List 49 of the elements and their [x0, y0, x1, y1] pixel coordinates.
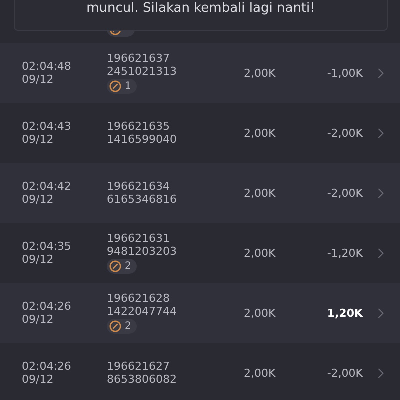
link-badge: 2 — [107, 259, 138, 274]
chevron-right-icon — [378, 128, 384, 138]
result-text: -1,00K — [327, 66, 363, 80]
amount-text: 2,00K — [244, 246, 276, 260]
transaction-row[interactable]: 02:04:42 09/12 196621634 6165346816 2,00K -2,00K — [0, 163, 400, 223]
reference-text: 1416599040 — [107, 133, 177, 146]
toast-message: muncul. Silakan kembali lagi nanti! — [86, 1, 316, 17]
reference-text: 1422047744 — [107, 305, 177, 318]
time-text: 02:04:43 — [22, 120, 72, 133]
date-text: 09/12 — [22, 73, 55, 86]
amount-text: 2,00K — [244, 186, 276, 200]
id-text: 196621631 — [107, 232, 170, 245]
id-text: 196621637 — [107, 52, 170, 65]
date-text: 09/12 — [22, 133, 55, 146]
reference-text: 8653806082 — [107, 373, 177, 386]
date-text: 09/12 — [22, 313, 55, 326]
date-text: 09/12 — [22, 253, 55, 266]
result-text: 1,20K — [327, 306, 363, 320]
reference-text: 6165346816 — [107, 193, 177, 206]
transaction-row[interactable]: 02:04:48 09/12 196621637 2451021313 1 2,00K -1,00K — [0, 43, 400, 103]
chevron-right-icon — [378, 248, 384, 258]
reference-text: 2451021313 — [107, 65, 177, 78]
result-text: -2,00K — [327, 126, 363, 140]
reference-text: 9481203203 — [107, 245, 177, 258]
date-text: 09/12 — [22, 373, 55, 386]
chevron-right-icon — [378, 368, 384, 378]
amount-text: 2,00K — [244, 306, 276, 320]
time-text: 02:04:35 — [22, 240, 72, 253]
id-text: 196621627 — [107, 360, 170, 373]
time-text: 02:04:26 — [22, 360, 72, 373]
chevron-right-icon — [378, 188, 384, 198]
time-text: 02:04:26 — [22, 300, 72, 313]
chevron-right-icon — [378, 308, 384, 318]
result-text: -1,20K — [327, 246, 363, 260]
id-text: 196621628 — [107, 292, 170, 305]
link-badge: 2 — [107, 319, 138, 334]
date-text: 09/12 — [22, 193, 55, 206]
time-text: 02:04:42 — [22, 180, 72, 193]
id-text: 196621635 — [107, 120, 170, 133]
amount-text: 2,00K — [244, 126, 276, 140]
amount-text: 2,00K — [244, 66, 276, 80]
id-text: 196621634 — [107, 180, 170, 193]
chevron-right-icon — [378, 68, 384, 78]
result-text: -2,00K — [327, 366, 363, 380]
result-text: -2,00K — [327, 186, 363, 200]
link-badge: 1 — [107, 79, 138, 94]
time-text: 02:04:48 — [22, 60, 72, 73]
amount-text: 2,00K — [244, 366, 276, 380]
transaction-row[interactable]: 02:04:26 09/12 196621628 1422047744 2 2,00K 1,20K — [0, 283, 400, 343]
